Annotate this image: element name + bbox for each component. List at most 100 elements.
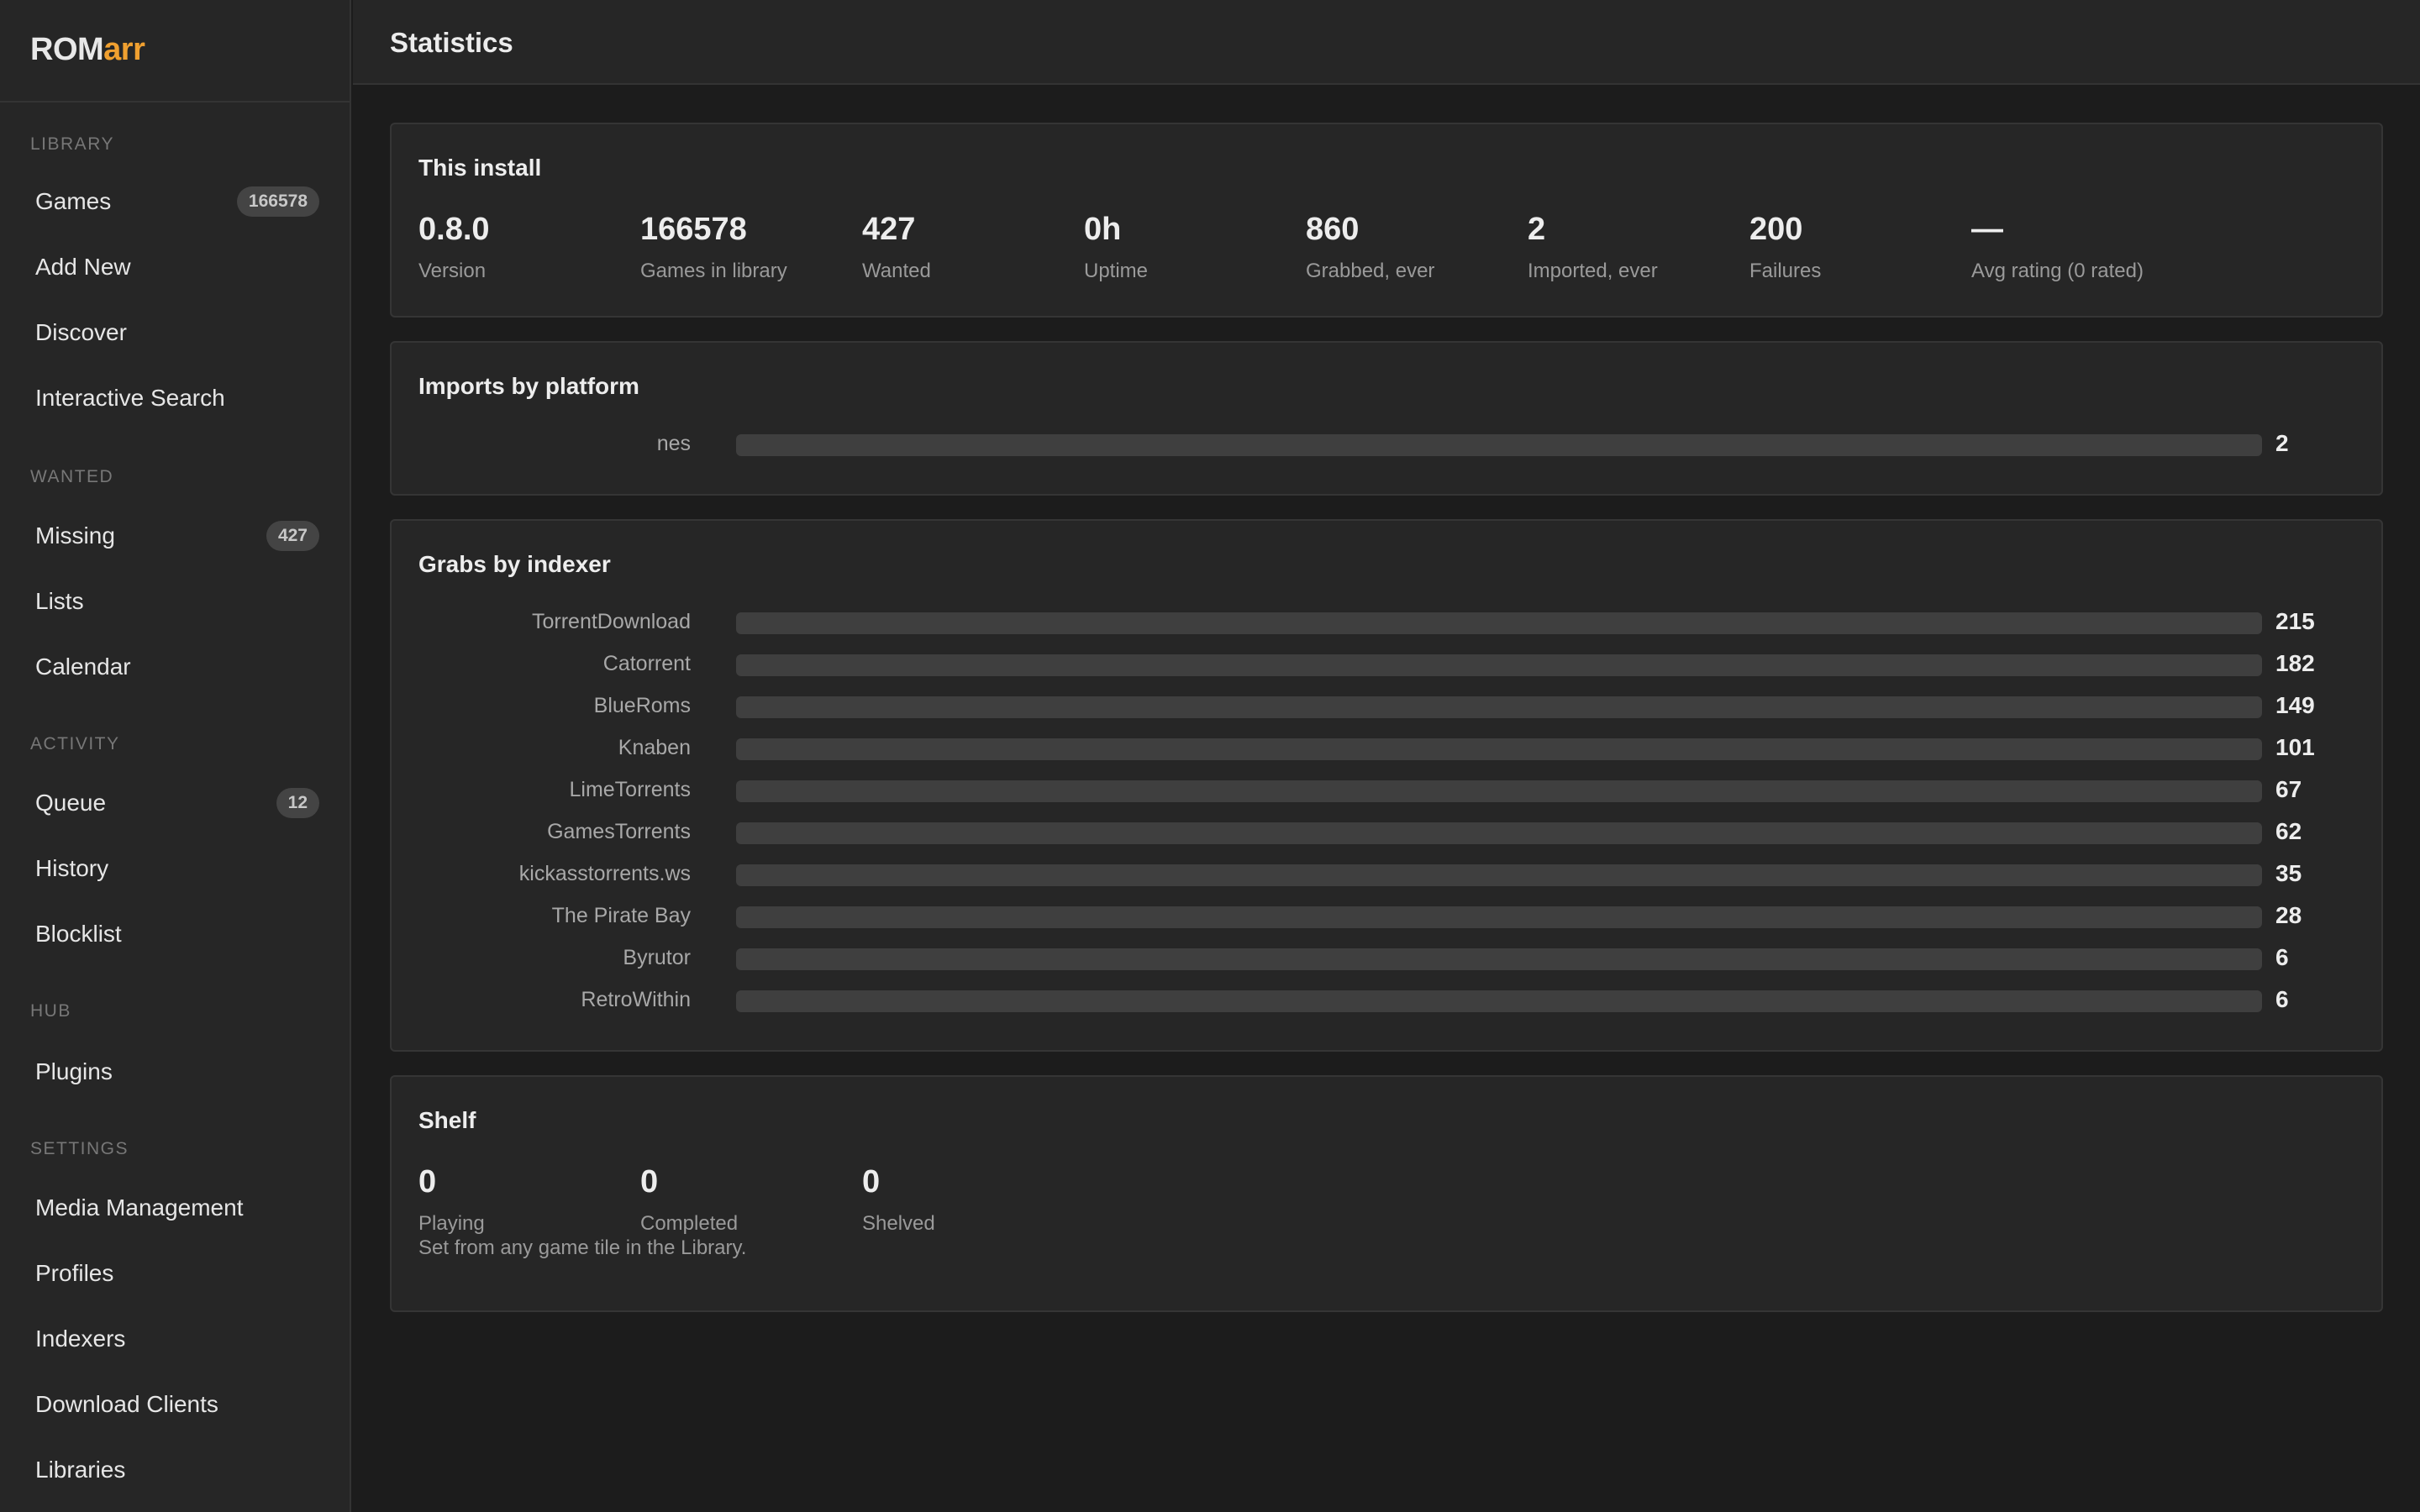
stat-value: 0 <box>418 1164 437 1200</box>
stat-label: Wanted <box>862 260 931 282</box>
stat-label: Avg rating (0 rated) <box>1971 260 2144 282</box>
sidebar-item-missing[interactable]: Missing 427 <box>0 506 350 566</box>
stat-label: Completed <box>640 1212 739 1235</box>
bar-label: The Pirate Bay <box>551 904 691 927</box>
stat-label: Games in library <box>640 260 787 282</box>
bar-row: GamesTorrents 62 <box>392 815 2381 848</box>
bar-fill <box>736 948 2262 970</box>
bar-count: 62 <box>2275 818 2302 844</box>
bar-row: nes 2 <box>392 427 2381 460</box>
bar-row: The Pirate Bay 28 <box>392 899 2381 932</box>
bar-fill <box>736 696 2262 718</box>
bar-row: kickasstorrents.ws 35 <box>392 857 2381 890</box>
stat-value: 0.8.0 <box>418 212 490 247</box>
bar-label: Byrutor <box>623 946 691 969</box>
bar-count: 182 <box>2275 650 2315 676</box>
sidebar: ROMarr LIBRARY Games 166578 Add New Disc… <box>0 0 351 1512</box>
bar-row: BlueRoms 149 <box>392 689 2381 722</box>
grabs-panel-title: Grabs by indexer <box>418 551 611 577</box>
stat-wanted: 427 Wanted <box>862 212 931 283</box>
bar-count: 6 <box>2275 944 2289 970</box>
sidebar-item-label: Interactive Search <box>35 385 225 411</box>
sidebar-item-media-management[interactable]: Media Management <box>0 1178 350 1238</box>
bar-count: 67 <box>2275 776 2302 802</box>
stat-value: 166578 <box>640 212 747 247</box>
brand-prefix: ROM <box>30 32 104 67</box>
bar-track <box>736 738 2262 760</box>
sidebar-item-label: Media Management <box>35 1194 244 1221</box>
stat-value: 0 <box>862 1164 881 1200</box>
sidebar-item-plugins[interactable]: Plugins <box>0 1042 350 1102</box>
stat-value: 0 <box>640 1164 659 1200</box>
bar-count: 149 <box>2275 692 2315 718</box>
install-panel-title: This install <box>418 155 542 181</box>
stat-games-in-library: 166578 Games in library <box>640 212 787 283</box>
sidebar-item-blocklist[interactable]: Blocklist <box>0 904 350 964</box>
bar-track <box>736 654 2262 676</box>
sidebar-item-profiles[interactable]: Profiles <box>0 1243 350 1304</box>
stat-grabbed: 860 Grabbed, ever <box>1306 212 1434 283</box>
sidebar-item-label: Blocklist <box>35 921 122 947</box>
sidebar-item-indexers[interactable]: Indexers <box>0 1309 350 1369</box>
bar-track <box>736 434 2262 456</box>
sidebar-item-label: History <box>35 855 109 881</box>
sidebar-item-label: Download Clients <box>35 1391 218 1417</box>
shelf-panel: Shelf 0 Playing 0 Completed 0 Shelved Se… <box>390 1075 2383 1312</box>
bar-fill <box>736 864 2262 886</box>
stat-imported: 2 Imported, ever <box>1528 212 1658 283</box>
bar-row: TorrentDownload 215 <box>392 605 2381 638</box>
sidebar-item-libraries[interactable]: Libraries <box>0 1440 350 1500</box>
sidebar-item-history[interactable]: History <box>0 838 350 899</box>
stat-completed: 0 Completed <box>640 1164 738 1236</box>
sidebar-item-download-clients[interactable]: Download Clients <box>0 1374 350 1435</box>
bar-label: Catorrent <box>602 652 691 675</box>
shelf-note: Set from any game tile in the Library. <box>418 1236 747 1259</box>
bar-count: 28 <box>2275 902 2302 928</box>
bar-fill <box>736 990 2262 1012</box>
bar-track <box>736 696 2262 718</box>
bar-track <box>736 948 2262 970</box>
sidebar-item-add-new[interactable]: Add New <box>0 237 350 297</box>
bar-label: TorrentDownload <box>532 610 691 633</box>
sidebar-item-label: Indexers <box>35 1326 126 1352</box>
stat-shelved: 0 Shelved <box>862 1164 935 1236</box>
games-count-badge: 166578 <box>236 186 319 217</box>
sidebar-item-label: Profiles <box>35 1260 114 1286</box>
stat-value: 2 <box>1528 212 1546 247</box>
install-panel: This install 0.8.0 Version 166578 Games … <box>390 123 2383 318</box>
stat-uptime: 0h Uptime <box>1084 212 1148 283</box>
sidebar-item-label: Calendar <box>35 654 131 680</box>
bar-row: LimeTorrents 67 <box>392 773 2381 806</box>
bar-fill <box>736 738 2262 760</box>
bar-track <box>736 612 2262 634</box>
sidebar-item-label: Discover <box>35 319 127 345</box>
bar-row: Byrutor 6 <box>392 941 2381 974</box>
sidebar-item-interactive-search[interactable]: Interactive Search <box>0 368 350 428</box>
section-label-activity: ACTIVITY <box>30 734 120 753</box>
stat-label: Shelved <box>862 1212 935 1235</box>
bar-label: RetroWithin <box>581 988 691 1011</box>
sidebar-item-lists[interactable]: Lists <box>0 571 350 632</box>
app-logo[interactable]: ROMarr <box>0 0 350 102</box>
bar-track <box>736 822 2262 844</box>
section-label-library: LIBRARY <box>30 134 114 154</box>
stat-label: Uptime <box>1084 260 1149 282</box>
stat-value: 427 <box>862 212 916 247</box>
bar-label: BlueRoms <box>593 694 691 717</box>
bar-label: kickasstorrents.ws <box>518 862 691 885</box>
imports-panel-title: Imports by platform <box>418 373 639 399</box>
sidebar-item-discover[interactable]: Discover <box>0 302 350 363</box>
bar-fill <box>736 654 2262 676</box>
bar-count: 101 <box>2275 734 2315 760</box>
bar-label: Knaben <box>618 736 691 759</box>
bar-label: GamesTorrents <box>547 820 691 843</box>
sidebar-item-calendar[interactable]: Calendar <box>0 637 350 697</box>
bar-count: 215 <box>2275 608 2315 634</box>
queue-count-badge: 12 <box>276 788 319 818</box>
stat-label: Version <box>418 260 487 282</box>
bar-count: 2 <box>2275 430 2289 456</box>
sidebar-item-queue[interactable]: Queue 12 <box>0 773 350 833</box>
bar-row: RetroWithin 6 <box>392 983 2381 1016</box>
stat-value: 0h <box>1084 212 1122 247</box>
sidebar-item-games[interactable]: Games 166578 <box>0 171 350 232</box>
